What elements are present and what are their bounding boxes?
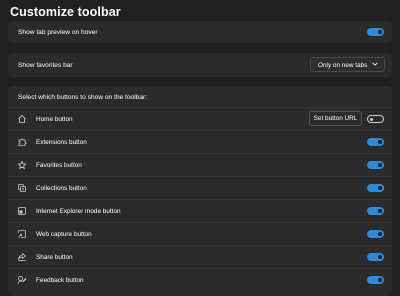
page-title: Customize toolbar — [10, 5, 121, 19]
tab-preview-label: Show tab preview on hover — [18, 29, 98, 36]
extensions-button-toggle[interactable] — [367, 138, 384, 146]
share-button-row: Share button — [8, 245, 392, 268]
web-capture-icon — [17, 229, 27, 239]
home-icon — [17, 114, 27, 124]
extensions-button-row: Extensions button — [8, 130, 392, 153]
collections-icon — [17, 183, 27, 193]
collections-button-toggle[interactable] — [367, 184, 384, 192]
toolbar-buttons-section: Select which buttons to show on the tool… — [8, 86, 392, 296]
favorites-bar-dropdown-value: Only on new tabs — [318, 61, 368, 69]
home-button-toggle[interactable] — [367, 115, 384, 123]
tab-preview-setting: Show tab preview on hover — [8, 21, 392, 43]
web-capture-button-toggle[interactable] — [367, 230, 384, 238]
collections-button-label: Collections button — [36, 184, 87, 192]
ie-mode-button-row: Internet Explorer mode button — [8, 199, 392, 222]
ie-mode-button-toggle[interactable] — [367, 207, 384, 215]
favorites-button-toggle[interactable] — [367, 161, 384, 169]
share-button-label: Share button — [36, 253, 73, 261]
feedback-button-label: Feedback button — [36, 276, 84, 284]
favorites-button-label: Favorites button — [36, 161, 82, 169]
favorites-bar-setting: Show favorites bar Only on new tabs — [8, 53, 392, 77]
ie-mode-button-label: Internet Explorer mode button — [36, 207, 121, 215]
feedback-button-row: Feedback button — [8, 268, 392, 291]
web-capture-button-label: Web capture button — [36, 230, 92, 238]
share-button-toggle[interactable] — [367, 253, 384, 261]
chevron-down-icon — [372, 62, 378, 66]
favorites-bar-dropdown[interactable]: Only on new tabs — [310, 57, 385, 72]
home-button-row: Home button Set button URL — [8, 107, 392, 130]
favorites-button-row: Favorites button — [8, 153, 392, 176]
feedback-icon — [17, 275, 27, 285]
toolbar-buttons-header: Select which buttons to show on the tool… — [18, 94, 148, 101]
tab-preview-toggle[interactable] — [367, 28, 384, 36]
web-capture-button-row: Web capture button — [8, 222, 392, 245]
extensions-button-label: Extensions button — [36, 138, 87, 146]
puzzle-icon — [17, 137, 27, 147]
collections-button-row: Collections button — [8, 176, 392, 199]
favorites-bar-label: Show favorites bar — [18, 62, 73, 69]
set-button-url-button[interactable]: Set button URL — [309, 111, 362, 126]
ie-mode-icon — [17, 206, 27, 216]
share-icon — [17, 252, 27, 262]
star-icon — [17, 160, 27, 170]
home-button-label: Home button — [36, 115, 73, 123]
feedback-button-toggle[interactable] — [367, 276, 384, 284]
